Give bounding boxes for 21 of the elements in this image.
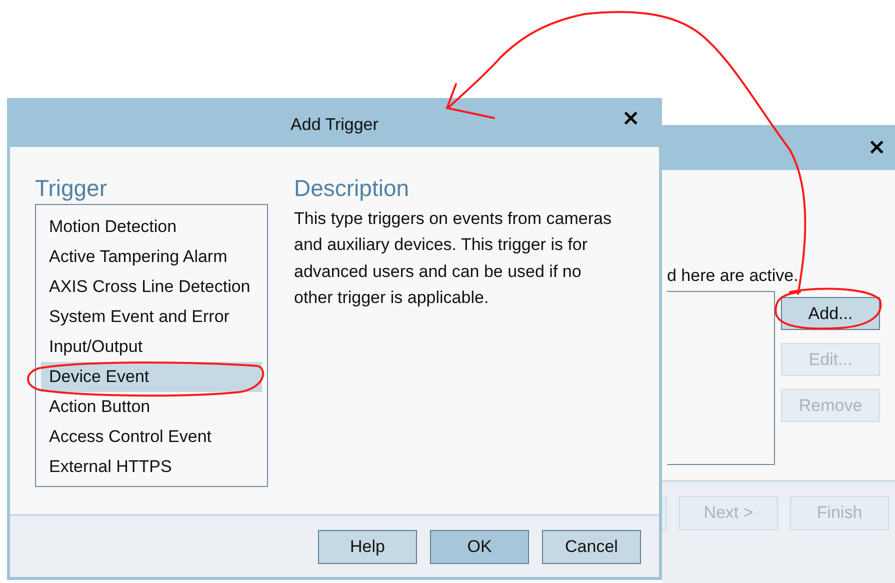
list-box[interactable]: [667, 291, 775, 465]
list-item[interactable]: System Event and Error: [41, 302, 262, 332]
section-heading: Description: [294, 174, 410, 202]
list-item[interactable]: AXIS Cross Line Detection: [41, 272, 262, 302]
instruction-text: d here are active.: [667, 266, 800, 286]
list-item[interactable]: Device Event: [41, 362, 262, 392]
close-icon[interactable]: ×: [622, 106, 640, 131]
list-item[interactable]: Access Control Event: [41, 422, 262, 452]
close-icon[interactable]: ×: [868, 135, 886, 160]
list-item[interactable]: Motion Detection: [41, 212, 262, 242]
button[interactable]: Cancel: [542, 530, 641, 564]
button[interactable]: Help: [318, 530, 417, 564]
list-item[interactable]: Active Tampering Alarm: [41, 242, 262, 272]
list-item[interactable]: External HTTPS: [41, 452, 262, 482]
description-text: This type triggers on events from cameras and auxiliary devices. This trigger is for advanced users and can be used if no other trigger is applicable.: [294, 208, 612, 309]
section-heading: Trigger: [35, 174, 108, 202]
list-item[interactable]: Action Button: [41, 392, 262, 422]
dialog-title: Add Trigger: [290, 114, 378, 134]
button[interactable]: OK: [430, 530, 529, 564]
list-item[interactable]: Input/Output: [41, 332, 262, 362]
button[interactable]: Add...: [781, 297, 880, 330]
